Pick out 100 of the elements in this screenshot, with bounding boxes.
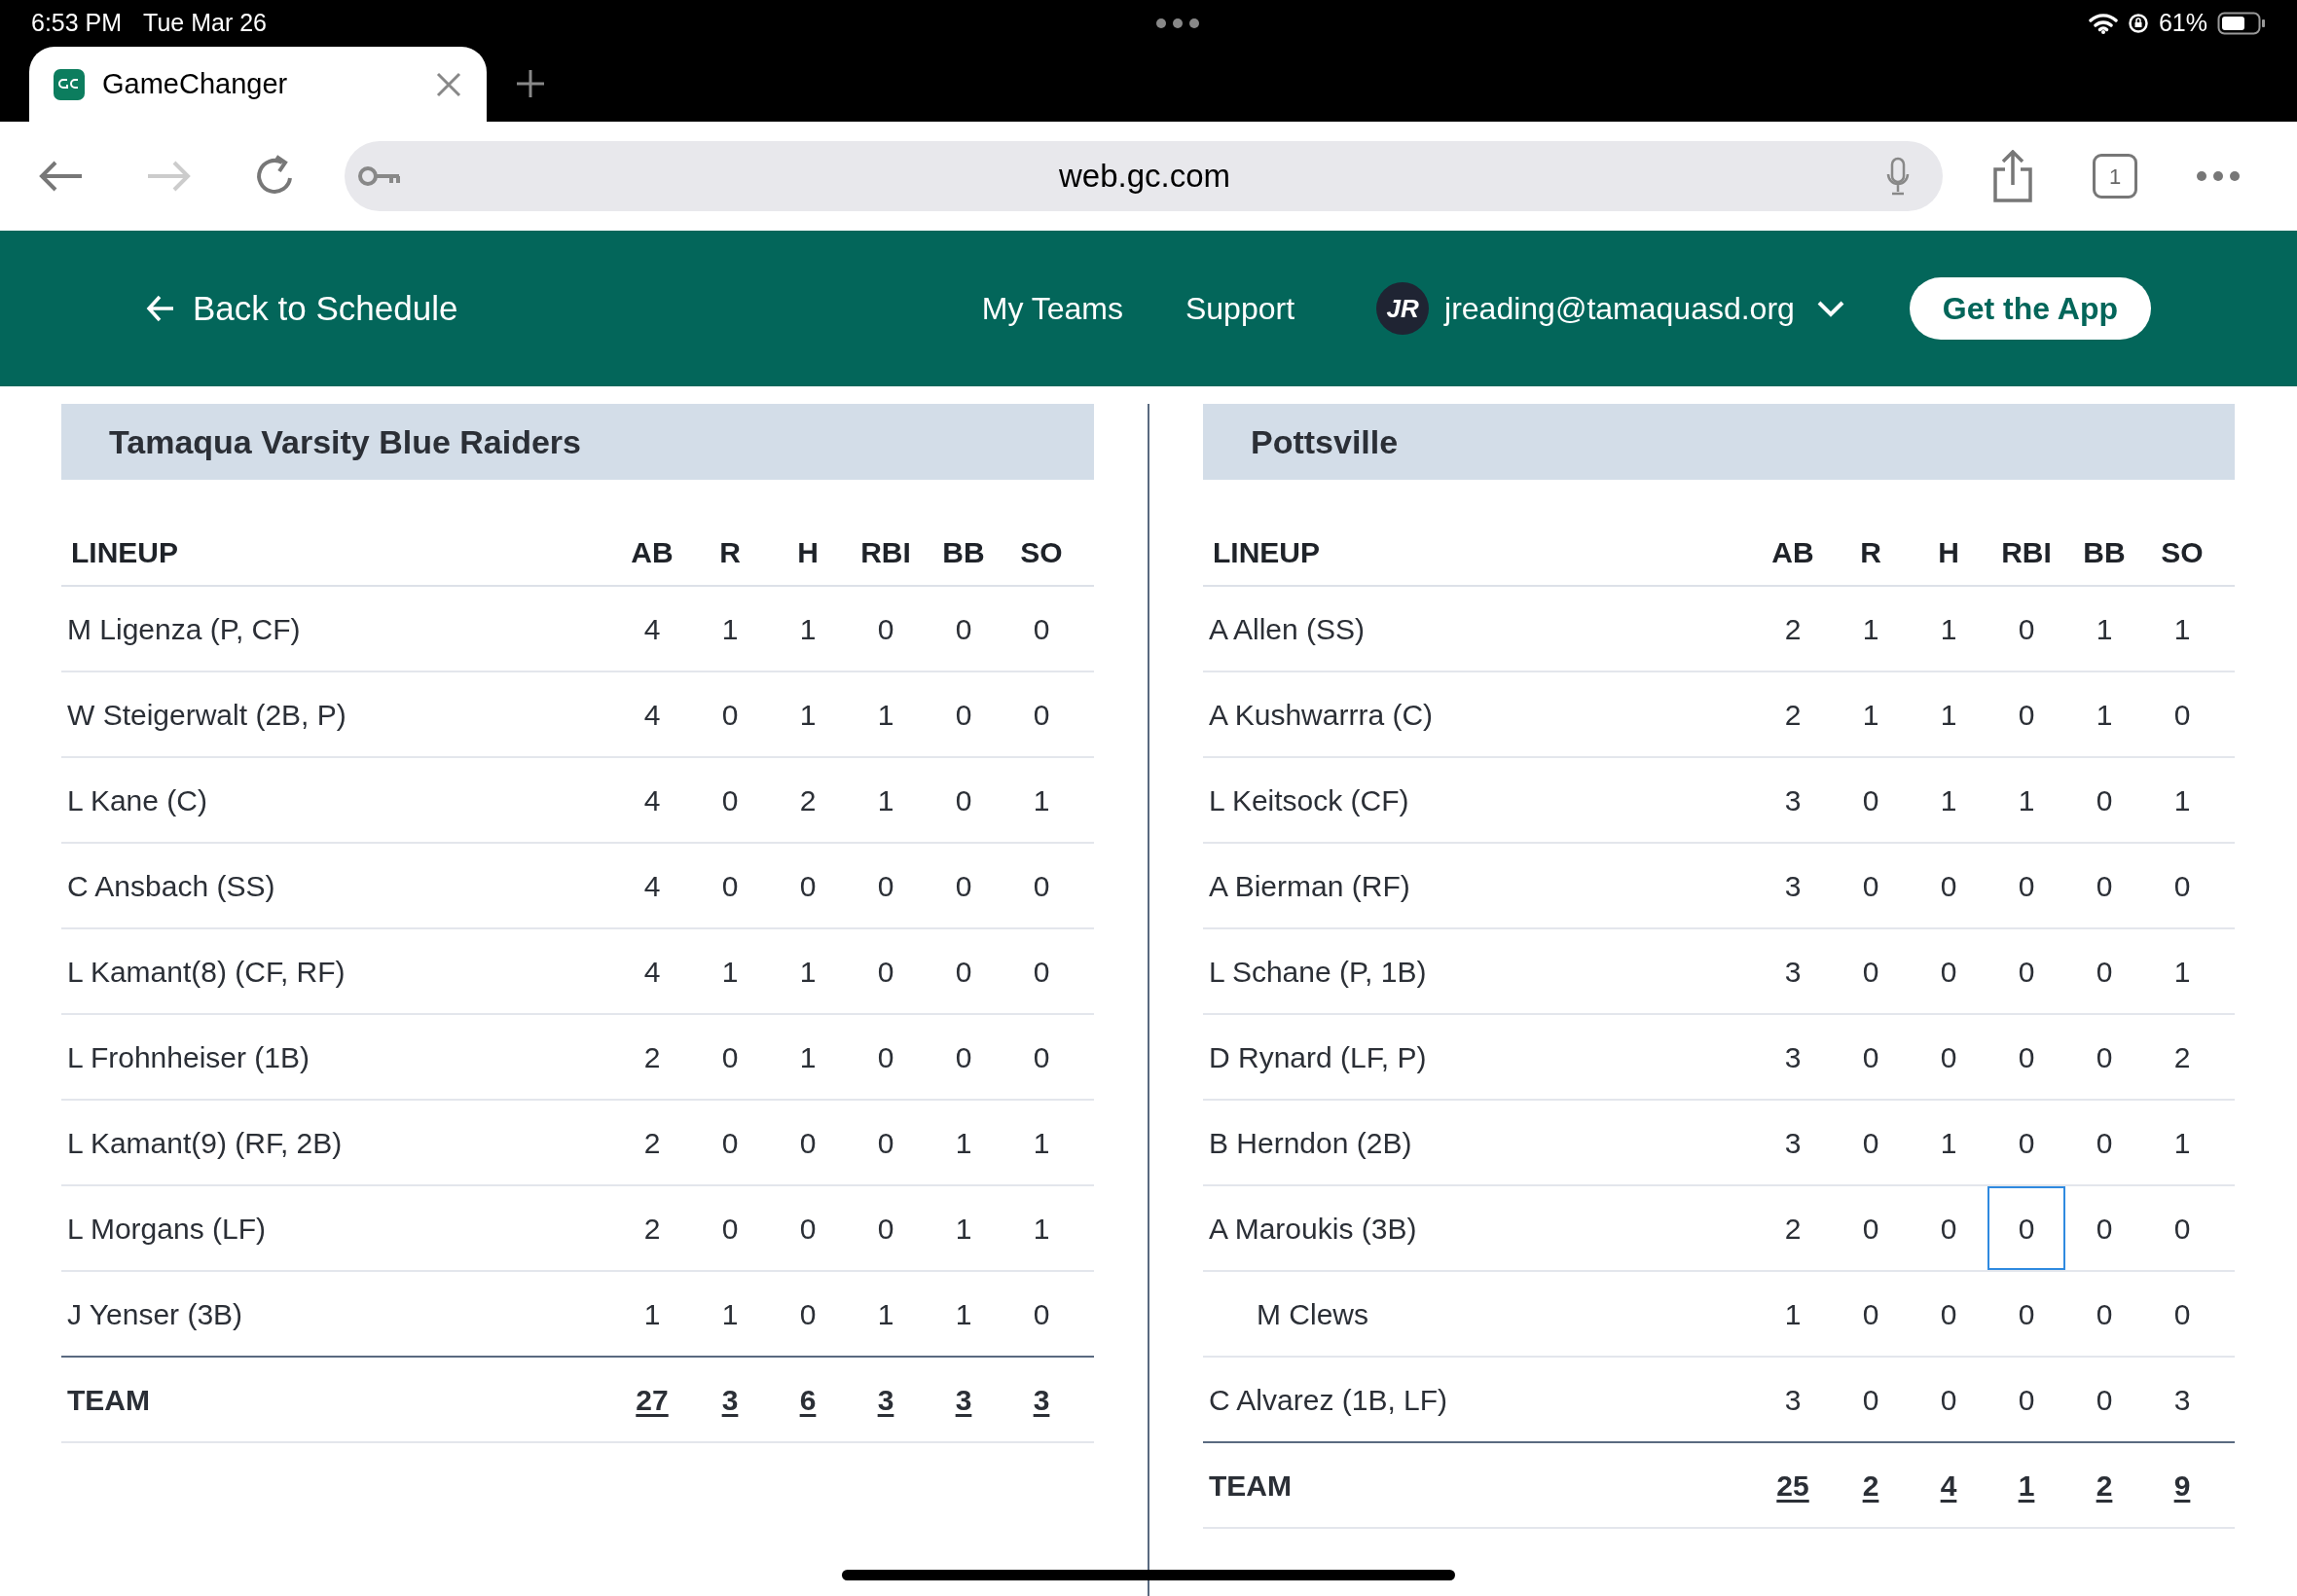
player-name: A Kushwarrra (C) bbox=[1208, 697, 1435, 733]
stat-cell-text: 1 bbox=[720, 1296, 740, 1332]
more-icon[interactable] bbox=[1155, 18, 1200, 29]
team-total-link[interactable]: 3 bbox=[877, 1383, 894, 1416]
team-total-link[interactable]: 4 bbox=[1940, 1469, 1957, 1502]
stat-cell-text: 1 bbox=[1939, 782, 1958, 818]
team-total-link[interactable]: 3 bbox=[1033, 1383, 1050, 1416]
stat-cell-text: 1 bbox=[720, 954, 740, 990]
column-header: RBI bbox=[859, 534, 912, 570]
nav-link[interactable]: Support bbox=[1185, 285, 1295, 332]
stat-cell-text: 1 bbox=[2172, 782, 2192, 818]
stat-cell-text: 1 bbox=[720, 611, 740, 647]
stat-cell-text: 0 bbox=[2095, 1211, 2114, 1247]
chevron-down-icon bbox=[1815, 300, 1845, 317]
stat-cell-text: 0 bbox=[2172, 1296, 2192, 1332]
stat-cell-text: 0 bbox=[954, 611, 973, 647]
stat-cell-text: 0 bbox=[1861, 1211, 1880, 1247]
team-total-link[interactable]: 3 bbox=[721, 1383, 739, 1416]
stat-cell-text: 1 bbox=[798, 697, 818, 733]
stat-cell-text: 0 bbox=[1861, 1125, 1880, 1161]
microphone-icon[interactable] bbox=[1886, 157, 1910, 196]
stat-cell-text: 1 bbox=[2172, 954, 2192, 990]
stat-cell-text: 1 bbox=[642, 1296, 662, 1332]
stat-cell-text: 0 bbox=[1861, 782, 1880, 818]
tab-count-button[interactable]: 1 bbox=[2093, 154, 2137, 199]
team-total-link[interactable]: 2 bbox=[1862, 1469, 1879, 1502]
stat-cell-text: 0 bbox=[876, 1125, 895, 1161]
team-name: Tamaqua Varsity Blue Raiders bbox=[109, 421, 581, 462]
stat-cell-text: 0 bbox=[1939, 868, 1958, 904]
back-icon[interactable] bbox=[39, 160, 84, 193]
team-total-link[interactable]: 27 bbox=[636, 1383, 669, 1416]
stat-cell-text: 0 bbox=[1861, 1039, 1880, 1075]
browser-tab[interactable]: GameChanger bbox=[29, 47, 487, 122]
stat-cell-text: 3 bbox=[1783, 868, 1803, 904]
more-icon[interactable] bbox=[2196, 170, 2241, 182]
stat-cell-text: 4 bbox=[642, 782, 662, 818]
team-total-link[interactable]: 9 bbox=[2173, 1469, 2191, 1502]
stat-cell-text: 2 bbox=[1783, 1211, 1803, 1247]
stat-cell-text: 0 bbox=[2095, 782, 2114, 818]
battery-icon bbox=[2217, 12, 2266, 35]
stat-cell-text: 1 bbox=[1939, 697, 1958, 733]
stat-cell-text: 0 bbox=[954, 868, 973, 904]
player-name: L Keitsock (CF) bbox=[1208, 782, 1410, 818]
share-icon[interactable] bbox=[1991, 150, 2034, 202]
stat-cell-text: 0 bbox=[954, 782, 973, 818]
team-total-link[interactable]: 1 bbox=[2018, 1469, 2035, 1502]
nav-link[interactable]: My Teams bbox=[981, 285, 1123, 332]
gc-logo-icon bbox=[54, 68, 85, 100]
new-tab-icon[interactable] bbox=[516, 69, 545, 98]
team-total-link[interactable]: 3 bbox=[955, 1383, 972, 1416]
get-app-button[interactable]: Get the App bbox=[1909, 277, 2151, 340]
stat-cell-text: 0 bbox=[1939, 1382, 1958, 1418]
stat-cell-text: 1 bbox=[954, 1125, 973, 1161]
stat-cell-text: 0 bbox=[1861, 1382, 1880, 1418]
team-name: Pottsville bbox=[1251, 421, 1399, 462]
stat-cell-text: 1 bbox=[1032, 1125, 1051, 1161]
stat-cell-text: 1 bbox=[1032, 782, 1051, 818]
player-name: L Frohnheiser (1B) bbox=[66, 1039, 310, 1075]
stat-cell-text: 0 bbox=[2095, 1296, 2114, 1332]
stat-cell-text: 4 bbox=[642, 868, 662, 904]
stat-cell-text: 0 bbox=[798, 1296, 818, 1332]
stat-cell-text: 0 bbox=[720, 697, 740, 733]
stat-cell-text: 2 bbox=[1783, 611, 1803, 647]
stat-cell-text: 1 bbox=[954, 1296, 973, 1332]
account-menu[interactable]: JR jreading@tamaquasd.org bbox=[1376, 282, 1845, 335]
column-header: AB bbox=[1770, 534, 1815, 570]
stat-cell-text: 1 bbox=[2172, 611, 2192, 647]
player-name: C Ansbach (SS) bbox=[66, 868, 276, 904]
player-name: C Alvarez (1B, LF) bbox=[1208, 1382, 1449, 1418]
stat-cell-text: 0 bbox=[1939, 1039, 1958, 1075]
stat-cell-text: 0 bbox=[1032, 954, 1051, 990]
stat-cell-text: 0 bbox=[798, 868, 818, 904]
avatar: JR bbox=[1376, 282, 1430, 335]
stat-cell-text: 1 bbox=[1783, 1296, 1803, 1332]
stat-cell-text: 0 bbox=[876, 1211, 895, 1247]
stat-cell-text: 0 bbox=[2017, 1125, 2036, 1161]
player-name: D Rynard (LF, P) bbox=[1208, 1039, 1428, 1075]
stat-cell-text: 0 bbox=[720, 1039, 740, 1075]
stat-cell-text: 0 bbox=[1032, 1296, 1051, 1332]
stat-cell-text: 1 bbox=[2172, 1125, 2192, 1161]
stat-cell-text: 0 bbox=[2017, 1382, 2036, 1418]
column-header: SO bbox=[1019, 534, 1064, 570]
column-header: BB bbox=[941, 534, 986, 570]
player-name: L Morgans (LF) bbox=[66, 1211, 267, 1247]
stat-cell-text: 0 bbox=[954, 1039, 973, 1075]
team-total-link[interactable]: 6 bbox=[799, 1383, 817, 1416]
stat-cell-text: 2 bbox=[642, 1125, 662, 1161]
stat-cell-text: 1 bbox=[1939, 611, 1958, 647]
stat-cell-text: 0 bbox=[2095, 954, 2114, 990]
back-to-schedule-link[interactable]: Back to Schedule bbox=[146, 282, 458, 335]
team-total-link[interactable]: 2 bbox=[2096, 1469, 2113, 1502]
player-name: M Clews bbox=[1256, 1296, 1369, 1332]
stat-cell-text: 0 bbox=[2172, 697, 2192, 733]
stat-cell-text: 1 bbox=[2095, 697, 2114, 733]
stat-cell-text: 1 bbox=[2017, 782, 2036, 818]
stat-cell-text: 1 bbox=[876, 697, 895, 733]
column-header: AB bbox=[630, 534, 675, 570]
team-total-link[interactable]: 25 bbox=[1776, 1469, 1809, 1502]
address-bar[interactable]: web.gc.com bbox=[345, 141, 1943, 211]
close-icon[interactable] bbox=[435, 70, 462, 98]
